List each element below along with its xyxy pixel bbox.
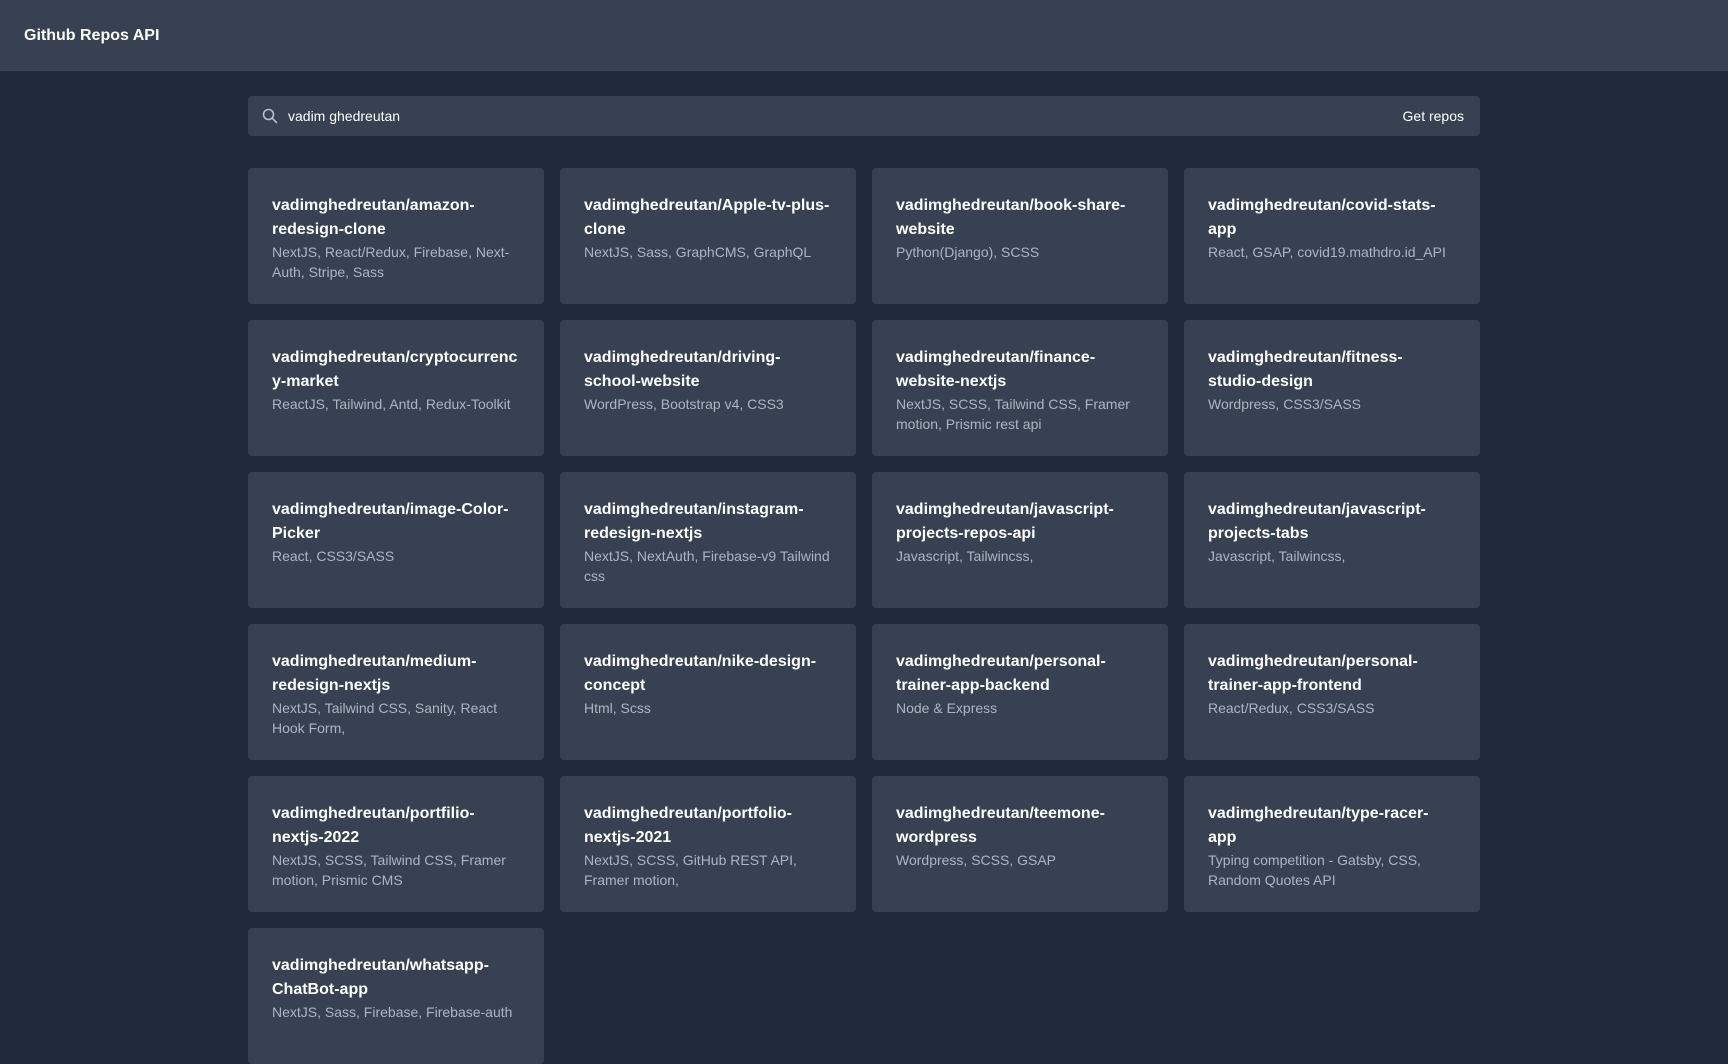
repo-card[interactable]: vadimghedreutan/medium-redesign-nextjs N… — [248, 624, 544, 760]
repo-name: vadimghedreutan/nike-design-concept — [584, 653, 817, 694]
repo-name: vadimghedreutan/covid-stats-app — [1208, 197, 1436, 238]
repo-name: vadimghedreutan/cryptocurrency-market — [272, 349, 518, 390]
repo-name: vadimghedreutan/instagram-redesign-nextj… — [584, 501, 804, 542]
repo-description: NextJS, NextAuth, Firebase-v9 Tailwind c… — [584, 548, 830, 584]
repo-card[interactable]: vadimghedreutan/portfilio-nextjs-2022 Ne… — [248, 776, 544, 912]
repo-description: NextJS, Sass, Firebase, Firebase-auth — [272, 1004, 513, 1020]
repo-description: Javascript, Tailwincss, — [896, 548, 1034, 564]
repo-name: vadimghedreutan/book-share-website — [896, 197, 1126, 238]
repo-name: vadimghedreutan/type-racer-app — [1208, 805, 1429, 846]
repo-description: Python(Django), SCSS — [896, 244, 1040, 260]
repo-name: vadimghedreutan/amazon-redesign-clone — [272, 197, 475, 238]
repo-name: vadimghedreutan/fitness-studio-design — [1208, 349, 1403, 390]
repo-description: NextJS, SCSS, Tailwind CSS, Framer motio… — [272, 852, 506, 888]
repo-name: vadimghedreutan/personal-trainer-app-fro… — [1208, 653, 1418, 694]
repo-name: vadimghedreutan/finance-website-nextjs — [896, 349, 1096, 390]
repo-card[interactable]: vadimghedreutan/instagram-redesign-nextj… — [560, 472, 856, 608]
repo-name: vadimghedreutan/image-Color-Picker — [272, 501, 509, 542]
repo-card[interactable]: vadimghedreutan/type-racer-app Typing co… — [1184, 776, 1480, 912]
repo-name: vadimghedreutan/personal-trainer-app-bac… — [896, 653, 1106, 694]
repo-card[interactable]: vadimghedreutan/nike-design-concept Html… — [560, 624, 856, 760]
repo-description: Javascript, Tailwincss, — [1208, 548, 1346, 564]
repo-name: vadimghedreutan/javascript-projects-tabs — [1208, 501, 1426, 542]
repo-name: vadimghedreutan/teemone-wordpress — [896, 805, 1105, 846]
repo-card[interactable]: vadimghedreutan/driving-school-website W… — [560, 320, 856, 456]
app-title: Github Repos API — [24, 26, 160, 44]
repo-card[interactable]: vadimghedreutan/image-Color-Picker React… — [248, 472, 544, 608]
search-input[interactable] — [288, 96, 1403, 136]
repo-name: vadimghedreutan/portfilio-nextjs-2022 — [272, 805, 475, 846]
repo-description: Node & Express — [896, 700, 998, 716]
repo-card[interactable]: vadimghedreutan/amazon-redesign-clone Ne… — [248, 168, 544, 304]
repo-description: Html, Scss — [584, 700, 651, 716]
get-repos-button[interactable]: Get repos — [1403, 108, 1464, 124]
search-bar: Get repos — [248, 96, 1480, 136]
repo-description: NextJS, Tailwind CSS, Sanity, React Hook… — [272, 700, 498, 736]
repo-name: vadimghedreutan/medium-redesign-nextjs — [272, 653, 477, 694]
repo-card[interactable]: vadimghedreutan/finance-website-nextjs N… — [872, 320, 1168, 456]
main-content: Get repos vadimghedreutan/amazon-redesig… — [248, 96, 1480, 1064]
search-icon — [261, 107, 279, 125]
repo-card[interactable]: vadimghedreutan/personal-trainer-app-bac… — [872, 624, 1168, 760]
repo-card[interactable]: vadimghedreutan/whatsapp-ChatBot-app Nex… — [248, 928, 544, 1064]
app-header: Github Repos API — [0, 0, 1728, 71]
repo-name: vadimghedreutan/portfolio-nextjs-2021 — [584, 805, 792, 846]
repo-description: ReactJS, Tailwind, Antd, Redux-Toolkit — [272, 396, 511, 412]
repo-card[interactable]: vadimghedreutan/Apple-tv-plus-clone Next… — [560, 168, 856, 304]
repo-description: Wordpress, CSS3/SASS — [1208, 396, 1362, 412]
repo-card[interactable]: vadimghedreutan/cryptocurrency-market Re… — [248, 320, 544, 456]
repo-description: Wordpress, SCSS, GSAP — [896, 852, 1057, 868]
repo-name: vadimghedreutan/javascript-projects-repo… — [896, 501, 1114, 542]
repo-name: vadimghedreutan/whatsapp-ChatBot-app — [272, 957, 489, 998]
repo-card[interactable]: vadimghedreutan/portfolio-nextjs-2021 Ne… — [560, 776, 856, 912]
repo-description: NextJS, Sass, GraphCMS, GraphQL — [584, 244, 812, 260]
repo-name: vadimghedreutan/Apple-tv-plus-clone — [584, 197, 830, 238]
repo-description: WordPress, Bootstrap v4, CSS3 — [584, 396, 784, 412]
repo-card[interactable]: vadimghedreutan/book-share-website Pytho… — [872, 168, 1168, 304]
repo-grid: vadimghedreutan/amazon-redesign-clone Ne… — [248, 168, 1480, 1064]
repo-description: React/Redux, CSS3/SASS — [1208, 700, 1375, 716]
repo-card[interactable]: vadimghedreutan/teemone-wordpress Wordpr… — [872, 776, 1168, 912]
repo-description: React, GSAP, covid19.mathdro.id_API — [1208, 244, 1446, 260]
repo-description: React, CSS3/SASS — [272, 548, 395, 564]
repo-description: NextJS, SCSS, GitHub REST API, Framer mo… — [584, 852, 797, 888]
repo-name: vadimghedreutan/driving-school-website — [584, 349, 781, 390]
repo-card[interactable]: vadimghedreutan/personal-trainer-app-fro… — [1184, 624, 1480, 760]
repo-card[interactable]: vadimghedreutan/fitness-studio-design Wo… — [1184, 320, 1480, 456]
repo-card[interactable]: vadimghedreutan/covid-stats-app React, G… — [1184, 168, 1480, 304]
repo-card[interactable]: vadimghedreutan/javascript-projects-tabs… — [1184, 472, 1480, 608]
repo-description: NextJS, SCSS, Tailwind CSS, Framer motio… — [896, 396, 1130, 432]
repo-description: NextJS, React/Redux, Firebase, Next-Auth… — [272, 244, 510, 280]
repo-card[interactable]: vadimghedreutan/javascript-projects-repo… — [872, 472, 1168, 608]
repo-description: Typing competition - Gatsby, CSS, Random… — [1208, 852, 1421, 888]
